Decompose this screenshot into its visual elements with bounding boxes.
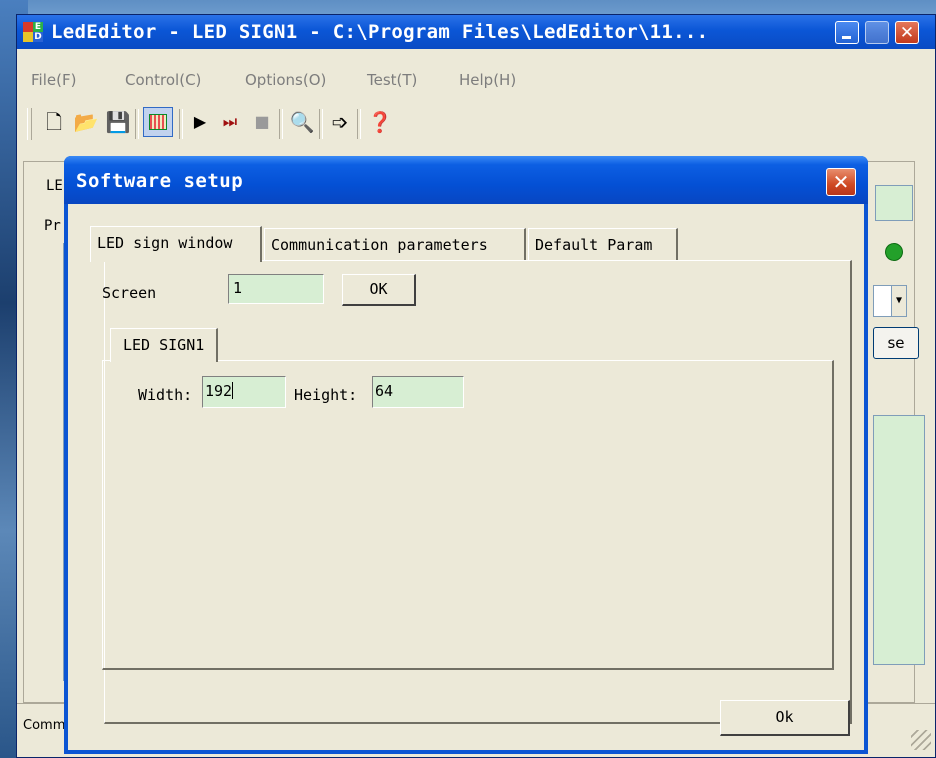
- dialog-titlebar[interactable]: Software setup ✕: [64, 156, 868, 204]
- toolbar-separator: [135, 109, 139, 139]
- screen-input[interactable]: 1: [228, 274, 324, 304]
- menu-test[interactable]: Test(T): [367, 71, 417, 89]
- ok-button[interactable]: Ok: [720, 700, 850, 736]
- right-field[interactable]: [875, 185, 913, 221]
- help-icon[interactable]: ❓: [367, 109, 393, 135]
- text-caret: [232, 382, 234, 399]
- close-icon: ✕: [832, 170, 850, 194]
- partial-label: Pr: [44, 218, 61, 234]
- right-list[interactable]: [873, 415, 925, 665]
- height-label: Height:: [294, 386, 358, 404]
- dialog-close-button[interactable]: ✕: [826, 168, 856, 196]
- main-window-title: LedEditor - LED SIGN1 - C:\Program Files…: [51, 21, 709, 43]
- menu-file[interactable]: File(F): [31, 71, 76, 89]
- browse-button[interactable]: se: [873, 327, 919, 359]
- menu-help[interactable]: Help(H): [459, 71, 516, 89]
- menu-bar: File(F) Control(C) Options(O) Test(T) He…: [17, 67, 935, 93]
- step-play-icon[interactable]: ⏭: [217, 109, 243, 135]
- led-grid-glyph: [149, 114, 167, 130]
- width-input[interactable]: 192: [202, 376, 286, 408]
- screen-ok-button[interactable]: OK: [342, 274, 416, 306]
- app-icon: E D: [23, 22, 43, 42]
- tab-default-param[interactable]: Default Param: [528, 228, 678, 260]
- height-input[interactable]: 64: [372, 376, 464, 408]
- screen-label: Screen: [102, 284, 157, 302]
- toolbar-separator: [279, 109, 283, 139]
- zoom-icon[interactable]: 🔍: [289, 109, 315, 135]
- toolbar-grip[interactable]: [27, 108, 32, 140]
- close-icon: ✕: [899, 23, 915, 43]
- tab-led-sign1[interactable]: LED SIGN1: [110, 328, 219, 362]
- tab-communication-parameters[interactable]: Communication parameters: [264, 228, 526, 260]
- close-button[interactable]: ✕: [895, 21, 919, 44]
- toolbar-separator: [357, 109, 361, 139]
- status-indicator-icon: [885, 243, 903, 261]
- open-folder-icon[interactable]: 📂: [73, 109, 99, 135]
- width-label: Width:: [138, 386, 193, 404]
- chevron-down-icon: ▼: [891, 286, 906, 316]
- width-value: 192: [205, 382, 233, 400]
- export-icon[interactable]: ➩: [327, 109, 353, 135]
- minimize-icon: [842, 36, 851, 39]
- toolbar-separator: [319, 109, 323, 139]
- menu-options[interactable]: Options(O): [245, 71, 326, 89]
- play-icon[interactable]: ▶: [187, 109, 213, 135]
- toolbar: 🗋 📂 💾 ▶ ⏭ ■ 🔍 ➩ ❓: [17, 105, 935, 145]
- new-file-icon[interactable]: 🗋: [41, 109, 67, 135]
- maximize-button[interactable]: [865, 21, 889, 44]
- status-text: Comm: [23, 718, 66, 733]
- led-grid-icon[interactable]: [143, 107, 173, 137]
- minimize-button[interactable]: [835, 21, 859, 44]
- toolbar-separator: [179, 109, 183, 139]
- stop-icon[interactable]: ■: [249, 109, 275, 135]
- right-dropdown[interactable]: ▼: [873, 285, 907, 317]
- menu-control[interactable]: Control(C): [125, 71, 201, 89]
- main-titlebar[interactable]: E D LedEditor - LED SIGN1 - C:\Program F…: [17, 15, 935, 49]
- dialog-body: LED sign window Communication parameters…: [68, 204, 864, 750]
- tab-led-sign-window[interactable]: LED sign window: [90, 226, 262, 262]
- partial-label: LE: [46, 178, 63, 194]
- resize-grip[interactable]: [911, 730, 931, 750]
- dialog-title: Software setup: [76, 170, 244, 192]
- save-icon[interactable]: 💾: [105, 109, 131, 135]
- software-setup-dialog: Software setup ✕ LED sign window Communi…: [64, 156, 868, 754]
